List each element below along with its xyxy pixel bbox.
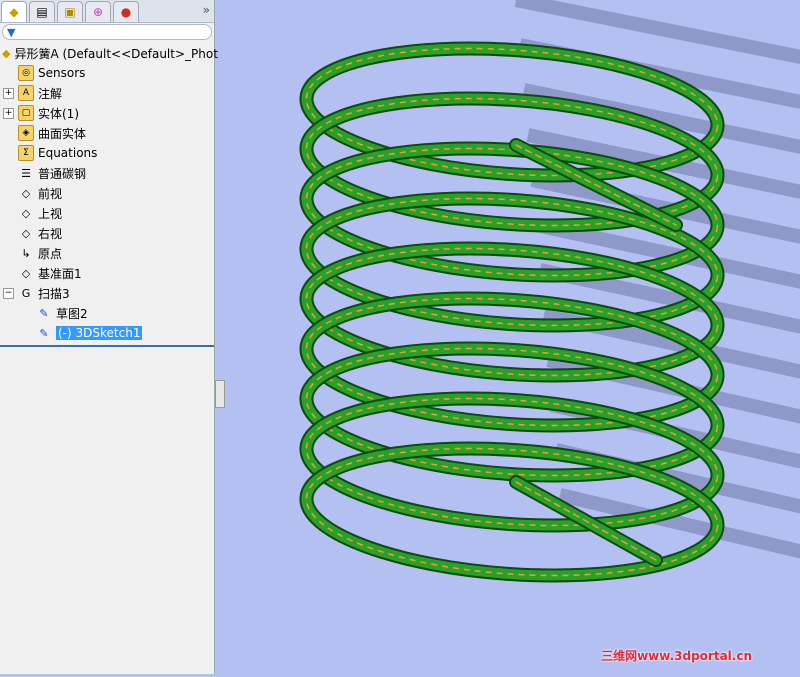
tree-item[interactable]: ◇ 前视 [0,183,214,203]
tree-item[interactable]: ◇ 上视 [0,203,214,223]
tree-item[interactable]: − G 扫描3 [0,283,214,303]
tab-display-manager[interactable]: ● [113,1,139,22]
tree-item[interactable]: ◈ 曲面实体 [0,123,214,143]
plane-icon: ◇ [21,206,31,220]
tree-item[interactable]: ☰ 普通碳钢 [0,163,214,183]
plane-icon: ◇ [21,266,31,280]
graphics-viewport[interactable]: 三维网www.3dportal.cn [216,0,800,674]
tree-item[interactable]: ↳ 原点 [0,243,214,263]
tree-item[interactable]: ◇ 右视 [0,223,214,243]
config-icon: ▣ [64,5,76,19]
expand-toggle[interactable]: − [3,287,14,299]
tree-item[interactable]: ✎ 草图2 [0,303,214,323]
3dsketch-icon: ✎ [39,326,49,340]
tab-feature-manager[interactable]: ◆ [1,1,27,22]
sketch-icon: ✎ [39,306,49,320]
sensor-icon: ◎ [18,65,34,81]
tree-item[interactable]: Σ Equations [0,143,214,163]
part-icon: ◆ [9,5,19,19]
annotation-icon: A [18,85,34,101]
spring-model [299,0,800,583]
tree-item[interactable]: ◎ Sensors [0,63,214,83]
filter-input[interactable]: ▼ [2,24,212,40]
tree-item[interactable]: ✎ (-) 3DSketch1 [0,323,214,343]
tree-item[interactable]: ◇ 基准面1 [0,263,214,283]
tab-configuration-manager[interactable]: ▣ [57,1,83,22]
tree-root[interactable]: ◆ 异形簧A (Default<<Default>_Phot [0,43,218,63]
expand-toggle[interactable]: + [3,87,14,99]
tree-item[interactable]: + ▢ 实体(1) [0,103,214,123]
property-icon: ▤ [36,5,48,19]
feature-manager-panel: ◆ ▤ ▣ ⊕ ● » ▼ ◆ 异形簧A (Default<<Default>_P… [0,0,218,674]
sweep-icon: G [21,286,31,300]
equations-icon: Σ [18,145,34,161]
appearance-icon: ● [120,5,132,19]
watermark: 三维网www.3dportal.cn [601,649,752,663]
expand-toggle[interactable]: + [3,107,14,119]
rollback-bar[interactable] [0,345,214,347]
material-icon: ☰ [21,166,31,180]
tree-item[interactable]: + A 注解 [0,83,214,103]
filter-icon: ▼ [7,26,16,39]
plane-icon: ◇ [21,186,31,200]
solid-bodies-icon: ▢ [18,105,34,121]
origin-icon: ↳ [21,246,31,260]
target-icon: ⊕ [92,5,104,19]
feature-tree: ◆ 异形簧A (Default<<Default>_Phot ◎ Sensors + A… [0,43,218,343]
more-tabs-button[interactable]: » [203,0,210,22]
panel-tabs: ◆ ▤ ▣ ⊕ ● » [0,0,214,23]
part-icon: ◆ [2,46,11,60]
tab-dimxpert[interactable]: ⊕ [85,1,111,22]
plane-icon: ◇ [21,226,31,240]
surface-bodies-icon: ◈ [18,125,34,141]
tab-property-manager[interactable]: ▤ [29,1,55,22]
